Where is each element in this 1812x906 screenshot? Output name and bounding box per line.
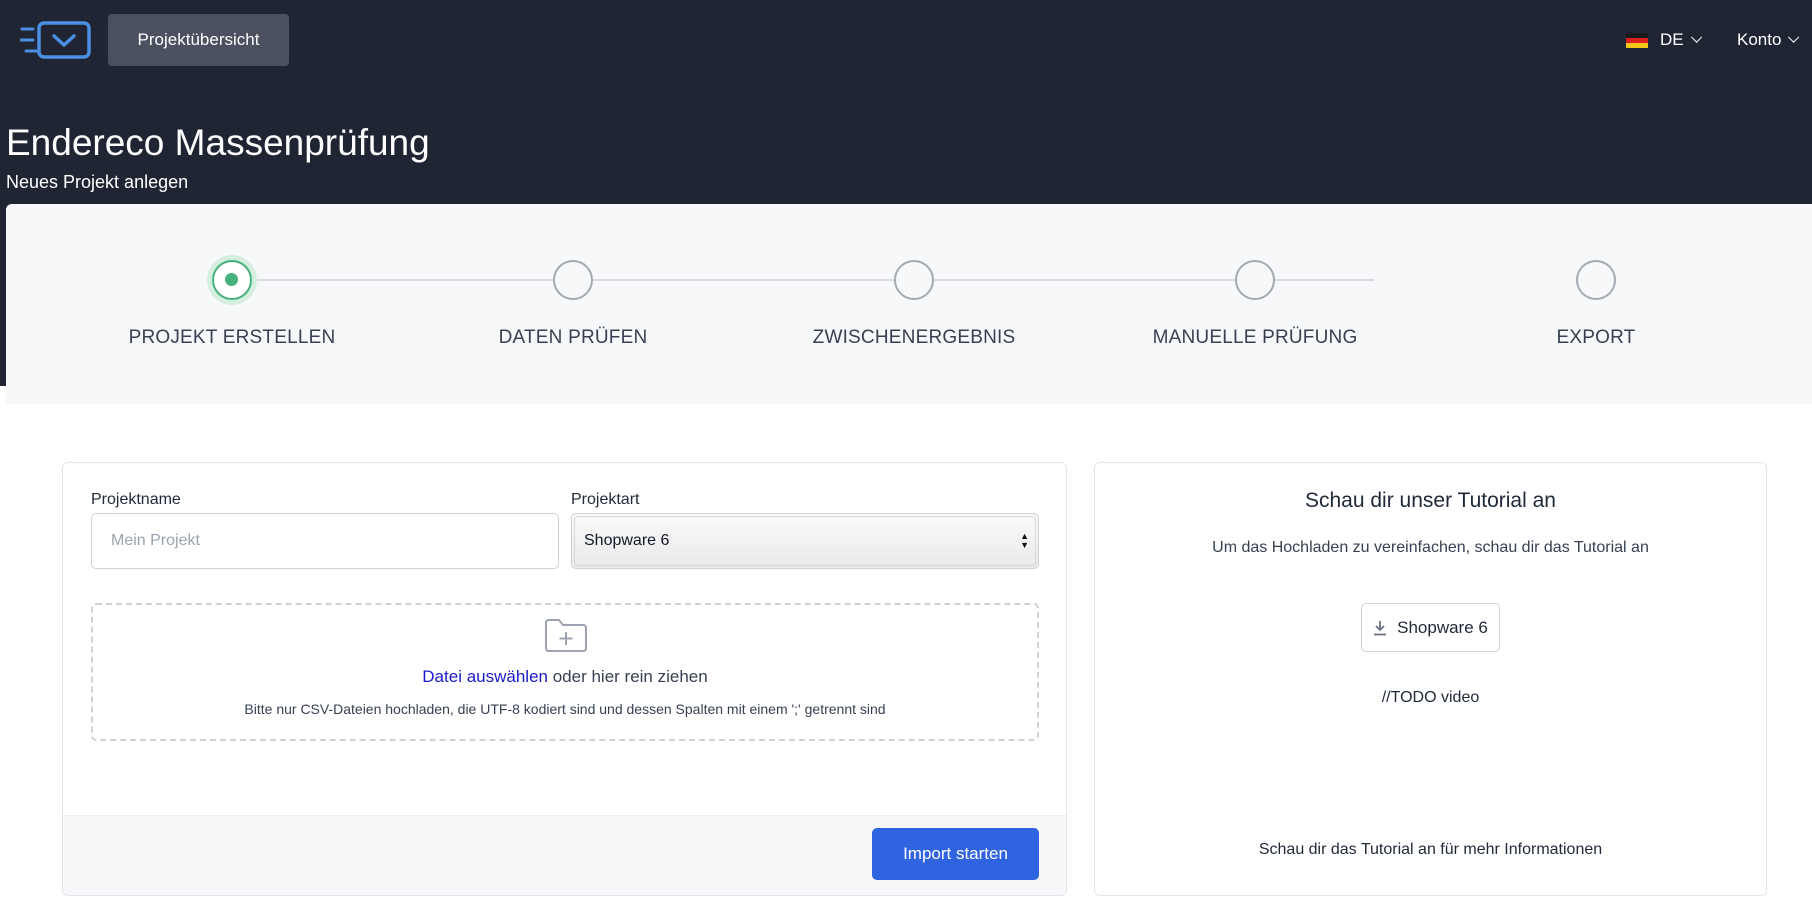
chevron-down-icon	[1690, 31, 1702, 43]
step-circle-daten-pruefen	[553, 260, 593, 300]
language-code: DE	[1660, 30, 1684, 49]
project-type-value: Shopware 6	[584, 532, 670, 549]
page-subtitle: Neues Projekt anlegen	[6, 172, 189, 192]
step-circle-export	[1576, 260, 1616, 300]
logo-icon[interactable]	[20, 20, 92, 60]
folder-plus-icon	[545, 619, 587, 652]
tutorial-description: Um das Hochladen zu vereinfachen, schau …	[1212, 539, 1649, 556]
language-selector[interactable]: DE	[1626, 26, 1702, 54]
select-arrows-icon: ▲ ▼	[1020, 531, 1029, 550]
stepper-line	[232, 279, 1374, 281]
tutorial-more-info: Schau dir das Tutorial an für mehr Infor…	[1258, 841, 1603, 858]
tutorial-download-button[interactable]: Shopware 6	[1361, 603, 1500, 652]
project-overview-button[interactable]: Projektübersicht	[108, 14, 289, 66]
project-type-select[interactable]: Shopware 6 ▲ ▼	[571, 513, 1039, 569]
dropzone-instruction: Datei auswählen oder hier rein ziehen	[93, 667, 1037, 687]
germany-flag-icon	[1626, 32, 1648, 48]
step-label-zwischenergebnis: ZWISCHENERGEBNIS	[812, 327, 1016, 348]
step-circle-zwischenergebnis	[894, 260, 934, 300]
import-start-button[interactable]: Import starten	[872, 828, 1039, 880]
step-label-daten-pruefen: DATEN PRÜFEN	[498, 327, 648, 348]
project-form-card: Projektname Projektart Shopware 6 ▲▼ Dat…	[62, 462, 1067, 896]
form-footer: Import starten	[63, 815, 1066, 895]
chevron-down-icon	[1788, 31, 1800, 43]
progress-stepper: PROJEKT ERSTELLEN DATEN PRÜFEN ZWISCHENE…	[6, 204, 1812, 404]
tutorial-title: Schau dir unser Tutorial an	[1305, 489, 1556, 512]
step-label-manuelle-pruefung: MANUELLE PRÜFUNG	[1152, 327, 1358, 348]
dropzone-drag-text: oder hier rein ziehen	[552, 667, 708, 686]
tutorial-card: Schau dir unser Tutorial an Um das Hochl…	[1094, 462, 1767, 896]
tutorial-video-placeholder: //TODO video	[1381, 689, 1480, 706]
account-label: Konto	[1737, 30, 1782, 49]
choose-file-link[interactable]: Datei auswählen	[422, 667, 548, 686]
tutorial-download-label: Shopware 6	[1397, 617, 1488, 637]
download-icon	[1374, 620, 1387, 635]
account-menu[interactable]: Konto	[1737, 26, 1800, 54]
step-circle-manuelle-pruefung	[1235, 260, 1275, 300]
file-dropzone[interactable]: Datei auswählen oder hier rein ziehen Bi…	[91, 603, 1039, 741]
dropzone-hint: Bitte nur CSV-Dateien hochladen, die UTF…	[244, 701, 886, 717]
step-label-export: EXPORT	[1556, 327, 1636, 348]
project-name-input[interactable]	[91, 513, 559, 569]
step-label-projekt-erstellen: PROJEKT ERSTELLEN	[128, 327, 336, 348]
project-type-label: Projektart	[571, 491, 640, 508]
project-name-label: Projektname	[91, 491, 181, 508]
page-title: Endereco Massenprüfung	[6, 122, 430, 163]
step-circle-projekt-erstellen	[212, 260, 252, 300]
